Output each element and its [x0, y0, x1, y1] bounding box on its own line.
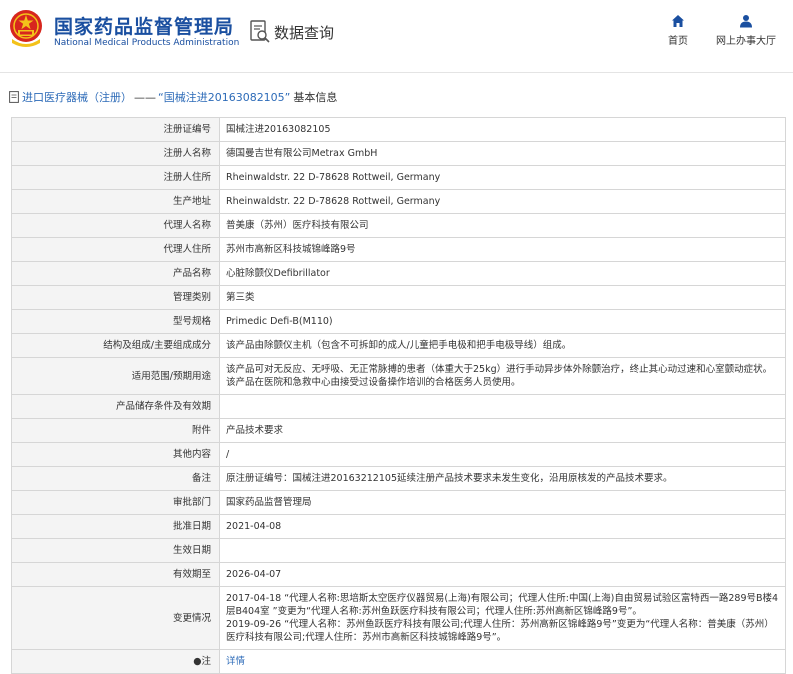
table-row: 结构及组成/主要组成成分 该产品由除颤仪主机（包含不可拆卸的成人/儿童把手电极和把… — [11, 333, 786, 358]
nav-home-label: 首页 — [668, 36, 688, 47]
nav-online-hall-label: 网上办事大厅 — [716, 36, 776, 47]
row-value: Primedic Defi-B(M110) — [219, 309, 786, 334]
table-row: 生产地址 Rheinwaldstr. 22 D-78628 Rottweil, G… — [11, 189, 786, 214]
row-label: 适用范围/预期用途 — [11, 357, 220, 395]
row-label: 生效日期 — [11, 538, 220, 563]
row-label: 变更情况 — [11, 586, 220, 650]
row-value: 国械注进20163082105 — [219, 117, 786, 142]
row-value: Rheinwaldstr. 22 D-78628 Rottweil, Germa… — [219, 189, 786, 214]
row-value: / — [219, 442, 786, 467]
table-row: 审批部门 国家药品监督管理局 — [11, 490, 786, 515]
row-label: 结构及组成/主要组成成分 — [11, 333, 220, 358]
row-label: 管理类别 — [11, 285, 220, 310]
row-label: 附件 — [11, 418, 220, 443]
document-icon — [9, 91, 19, 103]
table-row: 产品储存条件及有效期 — [11, 394, 786, 419]
table-row: 备注 原注册证编号：国械注进20163212105延续注册产品技术要求未发生变化，… — [11, 466, 786, 491]
row-label: 批准日期 — [11, 514, 220, 539]
site-header: 国家药品监督管理局 National Medical Products Admi… — [0, 0, 793, 62]
row-value: 苏州市高新区科技城锦峰路9号 — [219, 237, 786, 262]
home-icon — [672, 15, 684, 27]
table-row: 附件 产品技术要求 — [11, 418, 786, 443]
table-row: 管理类别 第三类 — [11, 285, 786, 310]
table-row: 注册人住所 Rheinwaldstr. 22 D-78628 Rottweil, … — [11, 165, 786, 190]
row-label: 产品名称 — [11, 261, 220, 286]
row-label: 备注 — [11, 466, 220, 491]
row-label: 注册人住所 — [11, 165, 220, 190]
national-emblem-icon — [10, 10, 42, 47]
breadcrumb-record-title: “国械注进20163082105” — [158, 91, 291, 104]
table-row: 变更情况 2017-04-18 “代理人名称:思培斯太空医疗仪器贸易(上海)有限… — [11, 586, 786, 650]
row-value: 2021-04-08 — [219, 514, 786, 539]
table-row: 代理人住所 苏州市高新区科技城锦峰路9号 — [11, 237, 786, 262]
row-value: 该产品由除颤仪主机（包含不可拆卸的成人/儿童把手电极和把手电极导线）组成。 — [219, 333, 786, 358]
row-label: 代理人住所 — [11, 237, 220, 262]
details-link[interactable]: 详情 — [226, 656, 245, 667]
row-label: 产品储存条件及有效期 — [11, 394, 220, 419]
row-value: 2026-04-07 — [219, 562, 786, 587]
row-label: 型号规格 — [11, 309, 220, 334]
table-row: 适用范围/预期用途 该产品可对无反应、无呼吸、无正常脉搏的患者（体重大于25kg）… — [11, 357, 786, 395]
row-value: 该产品可对无反应、无呼吸、无正常脉搏的患者（体重大于25kg）进行手动异步体外除… — [219, 357, 786, 395]
change-entry: 2017-04-18 “代理人名称:思培斯太空医疗仪器贸易(上海)有限公司；代理… — [226, 593, 779, 617]
row-value: 产品技术要求 — [219, 418, 786, 443]
breadcrumb-category-link[interactable]: 进口医疗器械（注册） — [22, 89, 132, 105]
row-value — [219, 538, 786, 563]
table-row: 生效日期 — [11, 538, 786, 563]
table-row: 其他内容 / — [11, 442, 786, 467]
change-entry: 2019-09-26 “代理人名称：苏州鱼跃医疗科技有限公司;代理人住所：苏州高… — [226, 619, 774, 643]
site-name-cn: 国家药品监督管理局 — [54, 16, 235, 38]
row-value: 第三类 — [219, 285, 786, 310]
table-row: 注册人名称 德国曼吉世有限公司Metrax GmbH — [11, 141, 786, 166]
breadcrumb-suffix: 基本信息 — [293, 91, 338, 104]
row-value: 德国曼吉世有限公司Metrax GmbH — [219, 141, 786, 166]
document-search-icon — [250, 20, 270, 43]
breadcrumb: 进口医疗器械（注册） —— “国械注进20163082105” 基本信息 — [9, 88, 337, 106]
table-row: 型号规格 Primedic Defi-B(M110) — [11, 309, 786, 334]
data-query-label: 数据查询 — [274, 23, 335, 42]
row-value: 国家药品监督管理局 — [219, 490, 786, 515]
row-label: 代理人名称 — [11, 213, 220, 238]
row-label: 注册人名称 — [11, 141, 220, 166]
table-row: 代理人名称 普美康（苏州）医疗科技有限公司 — [11, 213, 786, 238]
row-label: 其他内容 — [11, 442, 220, 467]
row-label: 审批部门 — [11, 490, 220, 515]
breadcrumb-separator: —— — [134, 90, 156, 104]
row-label: 生产地址 — [11, 189, 220, 214]
row-label: 注册证编号 — [11, 117, 220, 142]
registration-detail-table: 注册证编号 国械注进20163082105 注册人名称 德国曼吉世有限公司Metra… — [11, 117, 786, 674]
row-value: 心脏除颤仪Defibrillator — [219, 261, 786, 286]
user-icon — [740, 15, 752, 28]
table-row: 产品名称 心脏除颤仪Defibrillator — [11, 261, 786, 286]
row-value: 普美康（苏州）医疗科技有限公司 — [219, 213, 786, 238]
row-label: 有效期至 — [11, 562, 220, 587]
row-value: Rheinwaldstr. 22 D-78628 Rottweil, Germa… — [219, 165, 786, 190]
nav-home[interactable]: 首页 — [664, 14, 692, 47]
note-label: 注 — [201, 656, 211, 667]
row-value: 原注册证编号：国械注进20163212105延续注册产品技术要求未发生变化，沿用… — [219, 466, 786, 491]
site-name-en: National Medical Products Administration — [54, 38, 240, 48]
header-divider — [0, 72, 793, 73]
data-query-link[interactable]: 数据查询 — [250, 18, 334, 46]
nav-online-hall[interactable]: 网上办事大厅 — [714, 14, 778, 47]
table-row: 批准日期 2021-04-08 — [11, 514, 786, 539]
table-row: 有效期至 2026-04-07 — [11, 562, 786, 587]
row-value — [219, 394, 786, 419]
table-row: 注册证编号 国械注进20163082105 — [11, 117, 786, 142]
change-history: 2017-04-18 “代理人名称:思培斯太空医疗仪器贸易(上海)有限公司；代理… — [219, 586, 786, 650]
